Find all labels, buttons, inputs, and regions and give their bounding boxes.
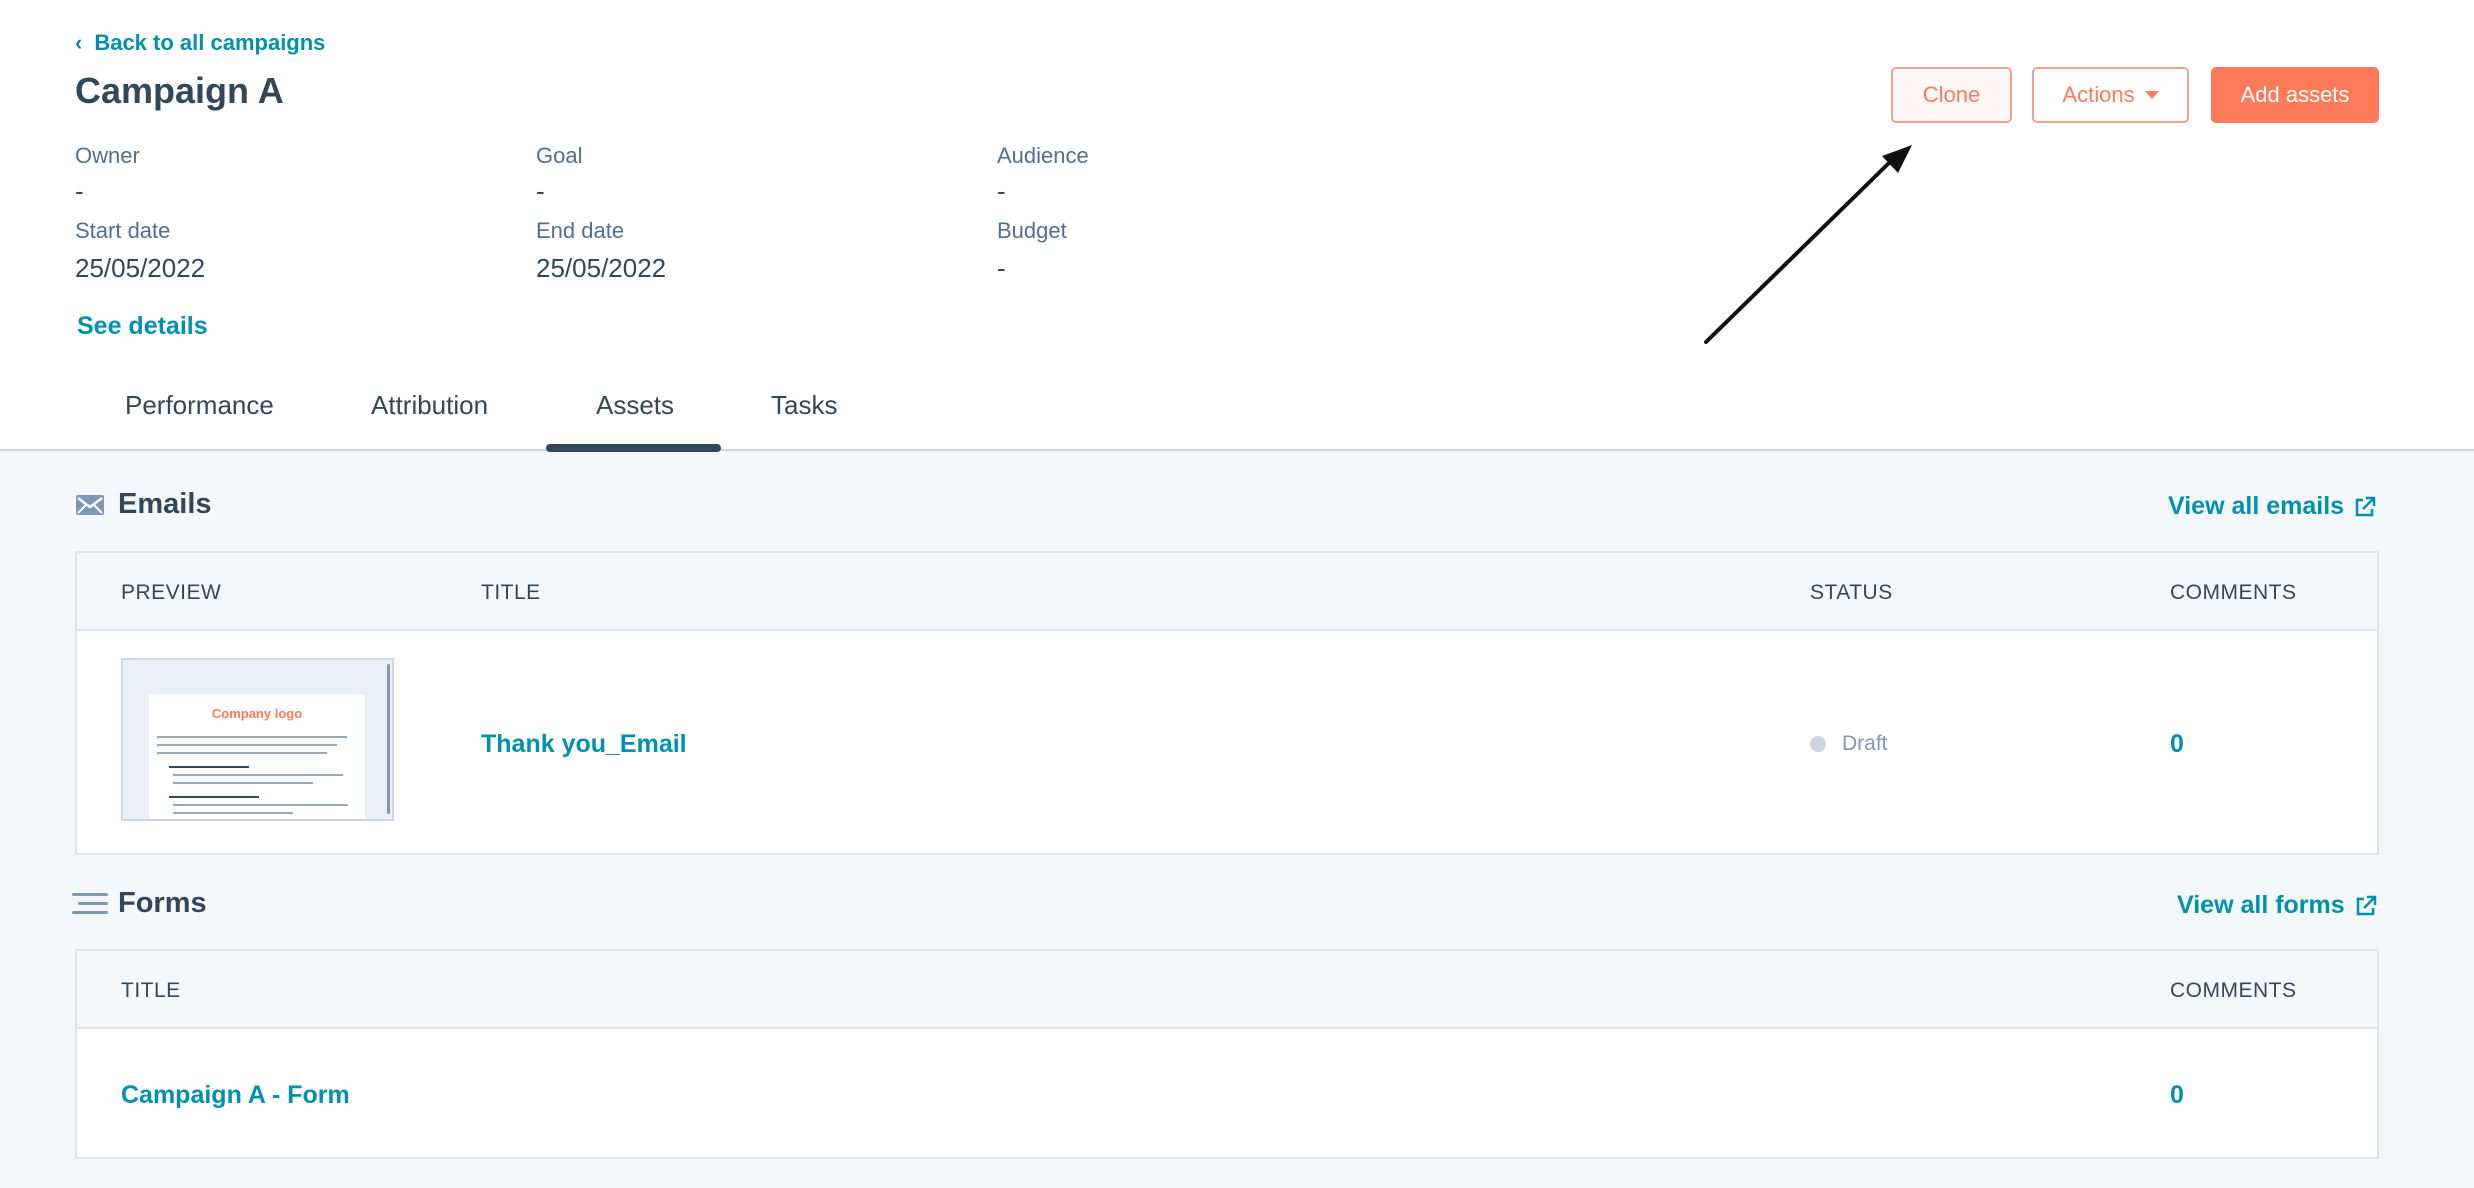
page-title: Campaign A [75, 70, 284, 111]
view-all-emails-link[interactable]: View all emails [2168, 492, 2376, 521]
start-date-label: Start date [75, 218, 171, 243]
caret-down-icon [2144, 91, 2159, 99]
email-comments-count[interactable]: 0 [2170, 730, 2184, 759]
back-link-label: Back to all campaigns [94, 30, 326, 55]
clone-button[interactable]: Clone [1891, 67, 2012, 123]
column-header-status[interactable]: STATUS [1810, 581, 1893, 605]
audience-label: Audience [997, 143, 1089, 168]
tab-performance[interactable]: Performance [125, 390, 274, 421]
arrow-annotation-icon [1704, 145, 1912, 344]
end-date-label: End date [536, 218, 625, 243]
preview-company-logo: Company logo [211, 706, 303, 721]
audience-value: - [997, 176, 1006, 206]
form-comments-count[interactable]: 0 [2170, 1081, 2184, 1110]
tab-attribution[interactable]: Attribution [371, 390, 488, 421]
forms-table: TITLE COMMENTS Campaign A - Form 0 [75, 949, 2379, 1159]
start-date-value: 25/05/2022 [75, 253, 206, 283]
column-header-preview[interactable]: PREVIEW [121, 581, 221, 605]
email-preview-paper: Company logo [149, 694, 365, 819]
form-title-link[interactable]: Campaign A - Form [121, 1081, 350, 1110]
column-header-title[interactable]: TITLE [121, 979, 181, 1003]
emails-section-title: Emails [118, 488, 212, 520]
goal-value: - [536, 176, 545, 206]
forms-section-title: Forms [118, 887, 207, 919]
forms-table-header: TITLE COMMENTS [77, 951, 2377, 1029]
see-details-link[interactable]: See details [77, 312, 208, 341]
column-header-comments[interactable]: COMMENTS [2170, 979, 2297, 1003]
external-link-icon [2355, 496, 2376, 516]
external-link-icon [2356, 895, 2376, 915]
budget-label: Budget [997, 218, 1067, 243]
view-all-forms-link[interactable]: View all forms [2177, 891, 2377, 920]
goal-label: Goal [536, 143, 583, 168]
actions-label: Actions [2062, 82, 2135, 107]
email-status: Draft [1810, 732, 1888, 756]
email-title-link[interactable]: Thank you_Email [481, 730, 687, 759]
actions-dropdown-button[interactable]: Actions [2032, 67, 2189, 123]
owner-value: - [75, 176, 84, 206]
view-all-forms-label: View all forms [2177, 891, 2345, 919]
emails-table: PREVIEW TITLE STATUS COMMENTS Company lo… [75, 551, 2379, 855]
back-to-campaigns-link[interactable]: ‹ Back to all campaigns [75, 30, 325, 56]
column-header-title[interactable]: TITLE [481, 581, 541, 605]
view-all-emails-label: View all emails [2168, 492, 2345, 520]
tab-tasks[interactable]: Tasks [771, 390, 837, 421]
add-assets-button[interactable]: Add assets [2211, 67, 2379, 123]
active-tab-indicator [546, 444, 721, 452]
envelope-icon [76, 495, 104, 515]
form-lines-icon [72, 893, 108, 914]
chevron-left-icon: ‹ [75, 30, 83, 55]
budget-value: - [997, 253, 1006, 283]
column-header-comments[interactable]: COMMENTS [2170, 581, 2297, 605]
status-dot-icon [1810, 736, 1826, 752]
owner-label: Owner [75, 143, 140, 168]
emails-table-header: PREVIEW TITLE STATUS COMMENTS [77, 553, 2377, 631]
end-date-value: 25/05/2022 [536, 253, 667, 283]
email-status-label: Draft [1842, 732, 1888, 755]
tab-assets[interactable]: Assets [596, 390, 674, 421]
email-preview-thumbnail[interactable]: Company logo [121, 658, 394, 821]
